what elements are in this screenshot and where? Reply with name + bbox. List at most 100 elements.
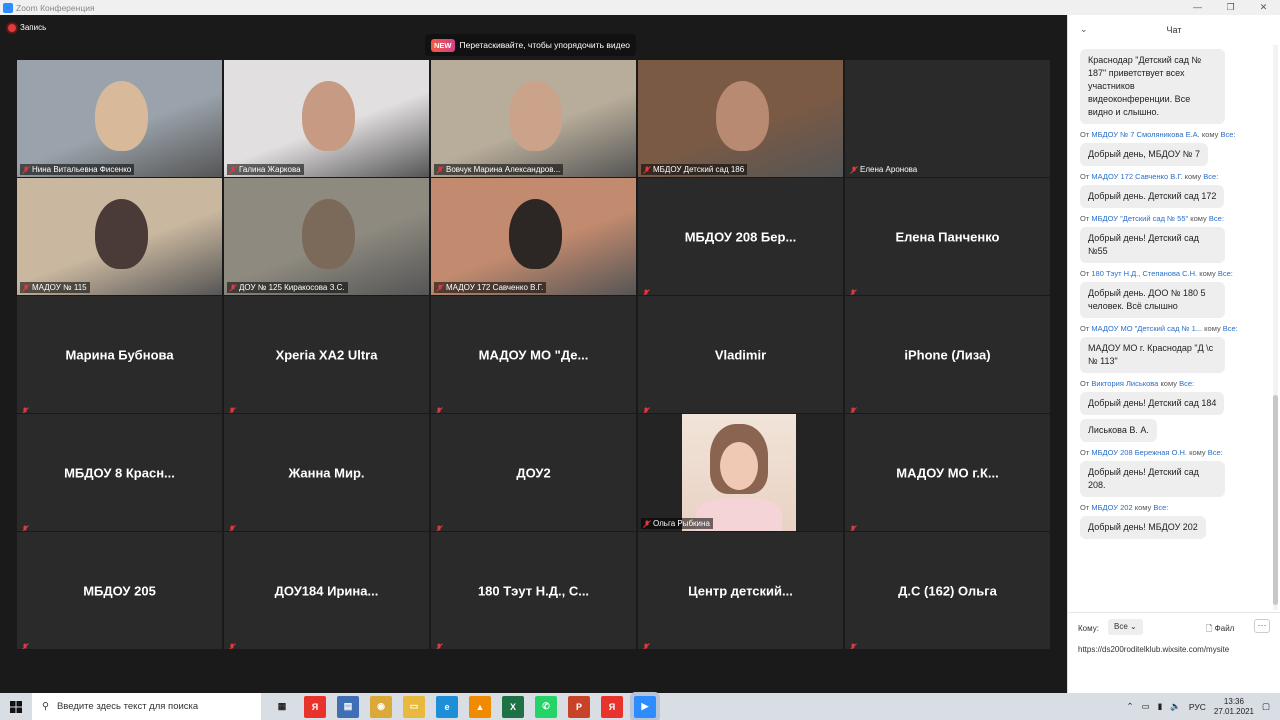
muted-mic-icon bbox=[435, 402, 443, 413]
notifications-icon[interactable]: ▢ bbox=[1262, 701, 1270, 712]
file-button[interactable]: 🗋 Файл bbox=[1206, 623, 1234, 637]
participant-tile[interactable]: МАДОУ № 115 bbox=[17, 178, 222, 295]
yandex-browser-icon[interactable]: Я bbox=[304, 695, 326, 718]
search-icon: ⚲ bbox=[42, 701, 49, 712]
sender-name[interactable]: МАДОУ 172 Савченко В.Г. bbox=[1091, 172, 1182, 181]
participant-label-text: МАДОУ 172 Савченко В.Г. bbox=[446, 283, 544, 292]
recipient-name: Все: bbox=[1207, 448, 1223, 457]
minimize-button[interactable]: — bbox=[1181, 0, 1214, 15]
chrome-icon[interactable]: ◉ bbox=[370, 695, 392, 718]
sender-name[interactable]: МБДОУ "Детский сад № 55" bbox=[1091, 214, 1188, 223]
participant-video bbox=[431, 178, 636, 295]
more-button[interactable]: ··· bbox=[1254, 619, 1270, 633]
chevron-down-icon[interactable]: ⌄ bbox=[1080, 24, 1088, 35]
participant-tile[interactable]: МАДОУ 172 Савченко В.Г. bbox=[431, 178, 636, 295]
participant-tile[interactable]: Xperia XA2 Ultra bbox=[224, 296, 429, 413]
participant-tile[interactable]: Vladimir bbox=[638, 296, 843, 413]
sender-name[interactable]: МБДОУ 208 Бережная О.Н. bbox=[1091, 448, 1187, 457]
to-word: кому bbox=[1184, 172, 1202, 181]
calculator-icon[interactable]: ▤ bbox=[337, 695, 359, 718]
network-icon[interactable]: ▭ bbox=[1142, 701, 1150, 712]
participant-tile[interactable]: ДОУ № 125 Киракосова З.С. bbox=[224, 178, 429, 295]
excel-icon[interactable]: X bbox=[502, 695, 524, 718]
participant-tile[interactable]: Ольга Рыбкина bbox=[638, 414, 843, 531]
maximize-button[interactable]: ❐ bbox=[1214, 0, 1247, 15]
chevron-up-icon[interactable]: ⌃ bbox=[1126, 701, 1133, 712]
participant-tile[interactable]: ДОУ2 bbox=[431, 414, 636, 531]
vlc-icon[interactable]: ▲ bbox=[469, 695, 491, 718]
banner-text: Перетаскивайте, чтобы упорядочить видео bbox=[459, 40, 631, 50]
participant-tile[interactable]: ДОУ184 Ирина... bbox=[224, 532, 429, 649]
close-button[interactable]: ✕ bbox=[1247, 0, 1280, 15]
participant-name: iPhone (Лиза) bbox=[904, 347, 991, 362]
start-button[interactable] bbox=[0, 693, 32, 720]
task-view-icon[interactable]: ▦ bbox=[271, 695, 293, 718]
muted-mic-icon bbox=[642, 402, 650, 413]
file-explorer-icon[interactable]: ▭ bbox=[403, 695, 425, 718]
message-bubble: Добрый день. ДОО № 180 5 человек. Всё сл… bbox=[1080, 282, 1225, 318]
message-sender: От 180 Тэут Н.Д., Степанова С.Н. кому Вс… bbox=[1068, 269, 1273, 278]
language-indicator[interactable]: РУС bbox=[1189, 702, 1206, 712]
message-sender: От МБДОУ 208 Бережная О.Н. кому Все: bbox=[1068, 448, 1273, 457]
muted-mic-icon bbox=[22, 284, 30, 292]
sender-name[interactable]: Виктория Лиськова bbox=[1091, 379, 1158, 388]
participant-tile[interactable]: МБДОУ 205 bbox=[17, 532, 222, 649]
muted-mic-icon bbox=[21, 402, 29, 413]
sender-name[interactable]: МБДОУ 202 bbox=[1091, 503, 1132, 512]
battery-icon[interactable]: ▮ bbox=[1158, 701, 1163, 712]
taskbar-search[interactable]: ⚲ Введите здесь текст для поиска bbox=[32, 693, 261, 720]
recipient-name: Все: bbox=[1217, 269, 1233, 278]
participant-tile[interactable]: Вовчук Марина Александров... bbox=[431, 60, 636, 177]
zoom-icon[interactable]: ▶ bbox=[634, 695, 656, 718]
participant-tile[interactable]: Жанна Мир. bbox=[224, 414, 429, 531]
edge-icon[interactable]: e bbox=[436, 695, 458, 718]
recipient-name: Все: bbox=[1179, 379, 1195, 388]
participant-tile[interactable]: Елена Панченко bbox=[845, 178, 1050, 295]
from-prefix: От bbox=[1080, 379, 1090, 388]
participant-video bbox=[17, 60, 222, 177]
participant-tile[interactable]: Центр детский... bbox=[638, 532, 843, 649]
sender-name[interactable]: МБДОУ № 7 Смоляникова Е.А. bbox=[1091, 130, 1199, 139]
sender-name[interactable]: 180 Тэут Н.Д., Степанова С.Н. bbox=[1091, 269, 1197, 278]
participant-tile[interactable]: Д.С (162) Ольга bbox=[845, 532, 1050, 649]
recording-label: Запись bbox=[20, 23, 47, 32]
participant-label: МАДОУ 172 Савченко В.Г. bbox=[434, 282, 547, 293]
powerpoint-icon[interactable]: P bbox=[568, 695, 590, 718]
yandex-icon[interactable]: Я bbox=[601, 695, 623, 718]
chat-input[interactable]: https://ds200roditelklub.wixsite.com/mys… bbox=[1078, 645, 1229, 654]
participant-name: ДОУ184 Ирина... bbox=[274, 583, 379, 598]
new-badge: NEW bbox=[431, 38, 455, 52]
participant-name: Жанна Мир. bbox=[288, 465, 365, 480]
participant-tile[interactable]: 180 Тэут Н.Д., С... bbox=[431, 532, 636, 649]
participant-tile[interactable]: МБДОУ 8 Красн... bbox=[17, 414, 222, 531]
chat-footer: Кому: Все ⌄ 🗋 Файл ··· https://ds200rodi… bbox=[1068, 612, 1280, 693]
from-prefix: От bbox=[1080, 324, 1090, 333]
recording-indicator[interactable]: Запись bbox=[8, 23, 46, 32]
recipient-name: Все: bbox=[1208, 214, 1224, 223]
message-bubble: Добрый день! Детский сад №55 bbox=[1080, 227, 1225, 263]
participant-tile[interactable]: МАДОУ МО г.К... bbox=[845, 414, 1050, 531]
participant-tile[interactable]: МАДОУ МО "Де... bbox=[431, 296, 636, 413]
participant-tile[interactable]: Нина Витальевна Фисенко bbox=[17, 60, 222, 177]
sender-name[interactable]: МАДОУ МО "Детский сад № 1... bbox=[1091, 324, 1202, 333]
clock[interactable]: 13:36 27.01.2021 bbox=[1214, 697, 1254, 717]
whatsapp-icon[interactable]: ✆ bbox=[535, 695, 557, 718]
participant-name: Центр детский... bbox=[688, 583, 793, 598]
participant-tile[interactable]: Марина Бубнова bbox=[17, 296, 222, 413]
participant-tile[interactable]: iPhone (Лиза) bbox=[845, 296, 1050, 413]
participant-tile[interactable]: Галина Жаркова bbox=[224, 60, 429, 177]
participant-video bbox=[17, 178, 222, 295]
message-sender: От МБДОУ "Детский сад № 55" кому Все: bbox=[1068, 214, 1273, 223]
chat-scrollbar[interactable] bbox=[1273, 45, 1278, 610]
to-word: кому bbox=[1204, 324, 1221, 333]
participant-name: Д.С (162) Ольга bbox=[898, 583, 997, 598]
participant-tile[interactable]: МБДОУ 208 Бер... bbox=[638, 178, 843, 295]
message-sender: От МАДОУ 172 Савченко В.Г. кому Все: bbox=[1068, 172, 1273, 181]
chat-panel: ⌄ Чат Краснодар "Детский сад № 187" прив… bbox=[1067, 15, 1280, 693]
volume-icon[interactable]: 🔈 bbox=[1170, 701, 1181, 712]
participant-tile[interactable]: МБДОУ Детский сад 186 bbox=[638, 60, 843, 177]
message-bubble: Добрый день. Детский сад 172 bbox=[1080, 185, 1225, 208]
participant-tile[interactable]: Елена Аронова bbox=[845, 60, 1050, 177]
recipient-select[interactable]: Все ⌄ bbox=[1108, 619, 1143, 635]
from-prefix: От bbox=[1080, 503, 1090, 512]
